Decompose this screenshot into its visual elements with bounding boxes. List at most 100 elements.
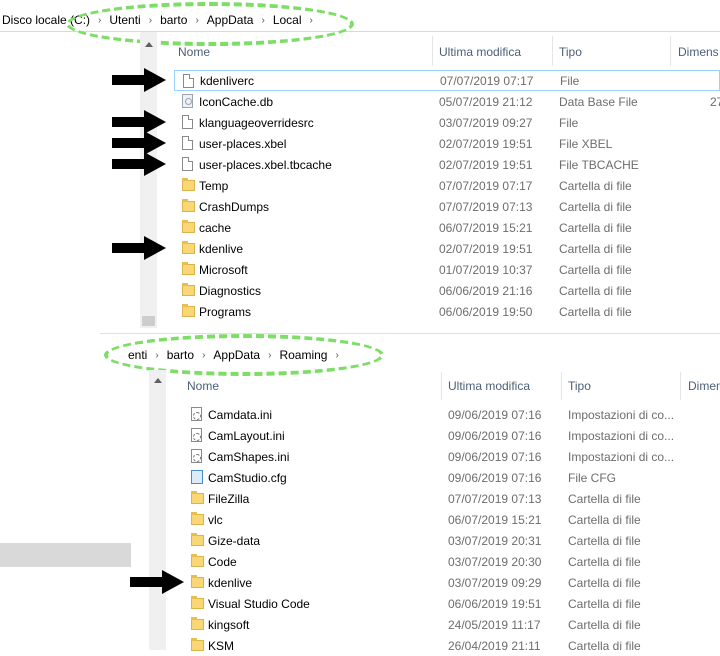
list-item[interactable]: Microsoft 01/07/2019 10:37 Cartella di fil…: [174, 259, 720, 280]
modified-date: 06/07/2019 15:21: [439, 220, 533, 235]
folder-icon: [191, 575, 204, 588]
modified-date: 09/06/2019 07:16: [448, 470, 542, 485]
folder-icon: [182, 262, 195, 275]
file-type: File CFG: [568, 470, 616, 485]
column-header-size[interactable]: Dimens: [678, 45, 719, 59]
list-item[interactable]: Programs 06/06/2019 19:50 Cartella di file: [174, 301, 720, 322]
settings-file-icon: [191, 407, 202, 421]
file-type: Cartella di file: [568, 638, 641, 653]
list-item[interactable]: kingsoft 24/05/2019 11:17 Cartella di file: [183, 614, 720, 635]
folder-icon: [182, 304, 195, 317]
modified-date: 06/06/2019 19:51: [448, 596, 542, 611]
file-name: Visual Studio Code: [208, 596, 310, 611]
modified-date: 06/06/2019 21:16: [439, 283, 533, 298]
folder-icon: [182, 178, 195, 191]
modified-date: 09/06/2019 07:16: [448, 407, 542, 422]
folder-icon: [191, 554, 204, 567]
list-item[interactable]: Camdata.ini 09/06/2019 07:16 Impostazioni …: [183, 404, 720, 425]
file-name: Microsoft: [199, 262, 248, 277]
file-name: user-places.xbel.tbcache: [199, 157, 332, 172]
column-divider[interactable]: [561, 372, 562, 400]
annotation-ellipse-top: [66, 2, 354, 46]
list-item[interactable]: IconCache.db 05/07/2019 21:12 Data Base Fi…: [174, 91, 720, 112]
list-item[interactable]: kdenlive 03/07/2019 09:29 Cartella di file: [183, 572, 720, 593]
folder-icon: [191, 596, 204, 609]
file-name: kdenlive: [208, 575, 253, 590]
file-name: CamStudio.cfg: [208, 470, 287, 485]
list-item[interactable]: CamLayout.ini 09/06/2019 07:16 Impostazion…: [183, 425, 720, 446]
file-type: Cartella di file: [559, 304, 632, 319]
folder-icon: [182, 220, 195, 233]
column-divider[interactable]: [432, 36, 433, 66]
scrollbar-thumb[interactable]: [142, 316, 155, 326]
folder-icon: [191, 533, 204, 546]
file-size: 27: [710, 94, 720, 109]
list-item[interactable]: Temp 07/07/2019 07:17 Cartella di file: [174, 175, 720, 196]
list-item[interactable]: vlc 06/07/2019 15:21 Cartella di file: [183, 509, 720, 530]
list-item[interactable]: user-places.xbel 02/07/2019 19:51 File XBE…: [174, 133, 720, 154]
column-divider[interactable]: [680, 372, 681, 400]
list-item[interactable]: klanguageoverridesrc 03/07/2019 09:27 File: [174, 112, 720, 133]
modified-date: 06/07/2019 15:21: [448, 512, 542, 527]
column-divider[interactable]: [441, 372, 442, 400]
annotation-arrow-icon: [112, 152, 166, 176]
file-type: File: [559, 115, 579, 130]
list-item[interactable]: Code 03/07/2019 20:30 Cartella di file: [183, 551, 720, 572]
navigation-pane-strip[interactable]: [0, 543, 131, 567]
file-type: Cartella di file: [559, 262, 632, 277]
file-name: Camdata.ini: [208, 407, 273, 422]
column-header-modified[interactable]: Ultima modifica: [439, 45, 521, 59]
file-type: File: [560, 73, 580, 88]
column-divider[interactable]: [552, 36, 553, 66]
list-item[interactable]: Visual Studio Code 06/06/2019 19:51 Cartel…: [183, 593, 720, 614]
file-type: Cartella di file: [568, 512, 641, 527]
column-header-type[interactable]: Tipo: [568, 379, 591, 393]
column-divider[interactable]: [670, 36, 671, 66]
list-item[interactable]: CamShapes.ini 09/06/2019 07:16 Impostazion…: [183, 446, 720, 467]
list-item[interactable]: CamStudio.cfg 09/06/2019 07:16 File CFG: [183, 467, 720, 488]
navigation-scrollbar[interactable]: [149, 370, 166, 650]
list-item[interactable]: KSM 26/04/2019 21:11 Cartella di file: [183, 635, 720, 656]
file-type: Cartella di file: [568, 617, 641, 632]
file-type: Cartella di file: [559, 241, 632, 256]
column-header-type[interactable]: Tipo: [559, 45, 582, 59]
list-item[interactable]: kdenlive 02/07/2019 19:51 Cartella di file: [174, 238, 720, 259]
modified-date: 09/06/2019 07:16: [448, 449, 542, 464]
column-header-size[interactable]: Dimen: [688, 379, 720, 393]
list-item[interactable]: Diagnostics 06/06/2019 21:16 Cartella di f…: [174, 280, 720, 301]
modified-date: 06/06/2019 19:50: [439, 304, 533, 319]
folder-icon: [191, 512, 204, 525]
annotation-ellipse-bottom: [104, 334, 384, 376]
column-header-modified[interactable]: Ultima modifica: [448, 379, 530, 393]
file-name: cache: [199, 220, 232, 235]
file-type: Cartella di file: [568, 491, 641, 506]
modified-date: 02/07/2019 19:51: [439, 157, 533, 172]
modified-date: 03/07/2019 09:29: [448, 575, 542, 590]
settings-file-icon: [191, 428, 202, 442]
list-item[interactable]: FileZilla 07/07/2019 07:13 Cartella di fil…: [183, 488, 720, 509]
list-item[interactable]: kdenliverc 07/07/2019 07:17 File: [174, 70, 720, 91]
scroll-up-icon[interactable]: [145, 42, 153, 47]
file-icon: [182, 136, 193, 150]
column-header-name[interactable]: Nome: [178, 45, 210, 59]
list-item[interactable]: user-places.xbel.tbcache 02/07/2019 19:51…: [174, 154, 720, 175]
file-type: Cartella di file: [559, 283, 632, 298]
modified-date: 02/07/2019 19:51: [439, 241, 533, 256]
modified-date: 05/07/2019 21:12: [439, 94, 533, 109]
file-name: user-places.xbel: [199, 136, 287, 151]
scroll-up-icon[interactable]: [154, 378, 162, 383]
folder-icon: [182, 241, 195, 254]
file-type: File XBEL: [559, 136, 613, 151]
list-item[interactable]: CrashDumps 07/07/2019 07:13 Cartella di fi…: [174, 196, 720, 217]
database-icon: [182, 94, 193, 108]
list-item[interactable]: cache 06/07/2019 15:21 Cartella di file: [174, 217, 720, 238]
file-name: kdenliverc: [200, 73, 255, 88]
folder-icon: [182, 199, 195, 212]
file-type: Cartella di file: [568, 575, 641, 590]
folder-icon: [191, 638, 204, 651]
window-divider: [100, 333, 720, 334]
file-type: Cartella di file: [559, 178, 632, 193]
column-header-name[interactable]: Nome: [187, 379, 219, 393]
file-name: CamLayout.ini: [208, 428, 285, 443]
list-item[interactable]: Gize-data 03/07/2019 20:31 Cartella di fil…: [183, 530, 720, 551]
